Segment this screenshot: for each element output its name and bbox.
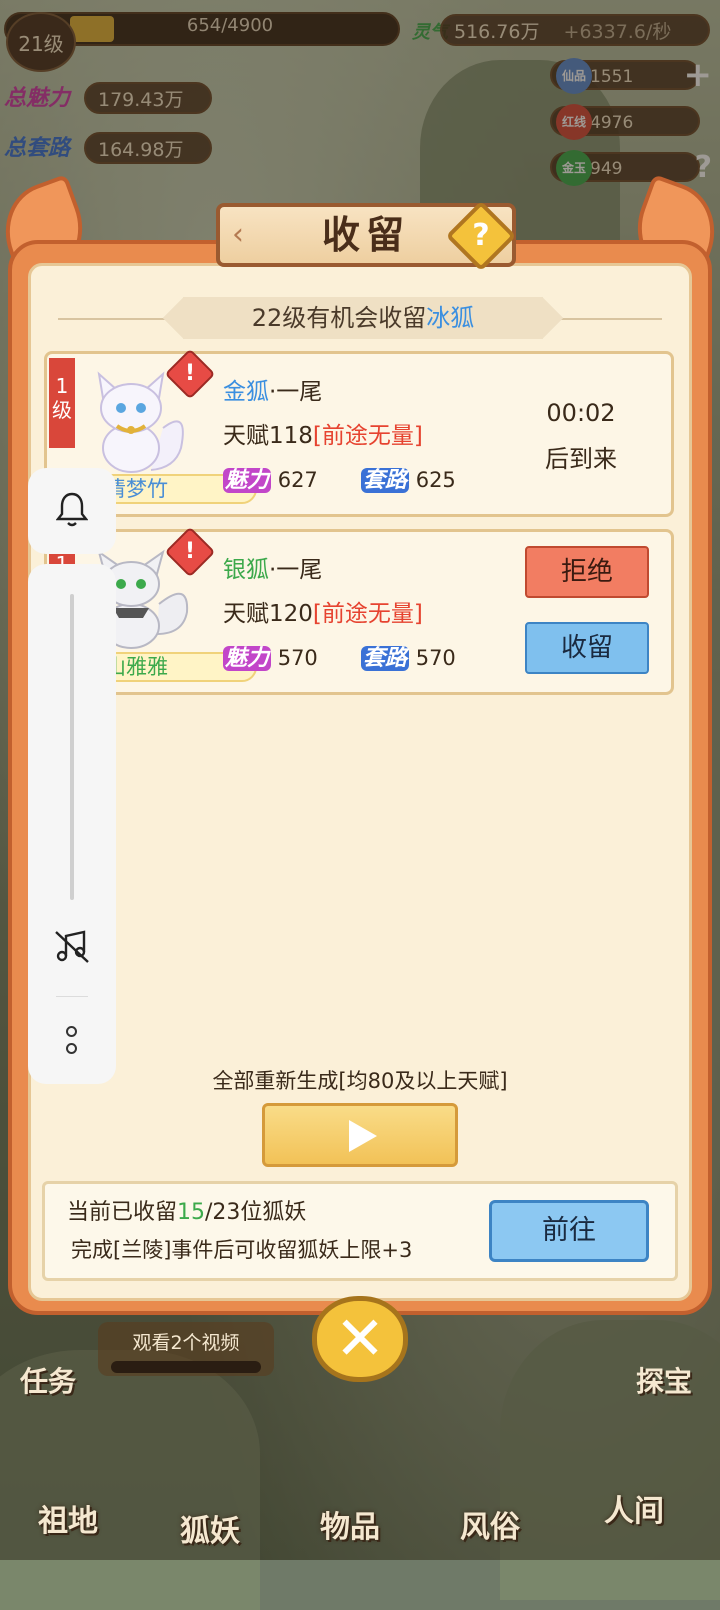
more-options-icon[interactable]: [66, 1026, 78, 1060]
subtitle-text: 22级有机会收留: [251, 304, 427, 332]
play-icon: [349, 1120, 377, 1152]
adopt-capacity-box: 当前已收留15/23位狐妖 完成[兰陵]事件后可收留狐妖上限+3 前往: [42, 1181, 678, 1281]
notification-panel: [28, 468, 116, 554]
trick-value: 570: [415, 646, 456, 670]
fox-tail: ·一尾: [269, 379, 323, 405]
white-fox-image: [97, 371, 184, 473]
talent-value: 天赋120: [223, 601, 313, 627]
close-modal-button[interactable]: ✕: [312, 1296, 408, 1382]
adopt-count: 当前已收留15/23位狐妖: [67, 1200, 307, 1225]
question-icon: ?: [472, 218, 490, 253]
nav-items[interactable]: 物品: [320, 1502, 380, 1546]
fox-charm: 魅力 570: [223, 640, 318, 672]
nav-customs[interactable]: 风俗: [460, 1502, 520, 1546]
bottom-nav: 祖地 狐妖 物品 风俗 人间: [0, 1410, 720, 1560]
nav-ancestral-land[interactable]: 祖地: [38, 1496, 98, 1540]
subtitle-divider-left: [58, 318, 168, 320]
close-icon: ✕: [334, 1304, 386, 1374]
adopt-button[interactable]: 收留: [525, 622, 649, 674]
fox-title: 金狐·一尾: [223, 372, 322, 406]
panel-divider: [56, 996, 88, 997]
trick-value: 625: [415, 468, 456, 492]
go-button[interactable]: 前往: [489, 1200, 649, 1262]
arrival-timer: 00:02 后到来: [545, 390, 617, 482]
task-button[interactable]: 任务: [20, 1360, 76, 1400]
treasure-button[interactable]: 探宝: [636, 1360, 692, 1400]
watch-videos-label: 观看2个视频: [132, 1332, 240, 1354]
video-progress-bar: [111, 1361, 261, 1373]
fox-card: 1级 ! 山雅雅 银狐·一尾 天赋120[前途无量] 魅力 570 套路 570: [44, 526, 674, 695]
music-off-icon[interactable]: [52, 926, 92, 966]
media-volume-panel: [28, 564, 116, 1084]
adopted-count: 15: [177, 1200, 206, 1225]
watch-video-regenerate-button[interactable]: [262, 1103, 458, 1167]
timer-suffix: 后到来: [545, 445, 617, 473]
fox-talent: 天赋120[前途无量]: [223, 594, 423, 628]
capacity-hint: 完成[兰陵]事件后可收留狐妖上限+3: [71, 1238, 413, 1262]
fox-card: 1级 ! 清梦竹 金狐·一尾 天赋118[前途无量] 魅力 627 套路 625…: [44, 348, 674, 517]
talent-value: 天赋118: [223, 423, 313, 449]
subtitle: 22级有机会收留冰狐: [183, 297, 543, 339]
watch-videos-pill[interactable]: 观看2个视频: [98, 1322, 274, 1376]
subtitle-divider-right: [552, 318, 662, 320]
reject-button[interactable]: 拒绝: [525, 546, 649, 598]
fox-talent: 天赋118[前途无量]: [223, 416, 423, 450]
bell-icon[interactable]: [56, 490, 88, 528]
fox-trick: 套路 625: [361, 462, 456, 494]
fox-trick: 套路 570: [361, 640, 456, 672]
timer-value: 00:02: [546, 399, 616, 427]
charm-icon: 魅力: [223, 646, 272, 671]
fox-charm: 魅力 627: [223, 462, 318, 494]
fox-species: 银狐: [223, 557, 269, 583]
nav-mortal-world[interactable]: 人间: [604, 1486, 664, 1530]
talent-tag: [前途无量]: [312, 601, 423, 627]
talent-tag: [前途无量]: [312, 423, 423, 449]
volume-slider[interactable]: [70, 594, 74, 900]
charm-value: 627: [277, 468, 318, 492]
charm-value: 570: [277, 646, 318, 670]
fox-species: 金狐: [223, 379, 269, 405]
fox-title: 银狐·一尾: [223, 550, 322, 584]
trick-icon: 套路: [361, 468, 410, 493]
subtitle-highlight: 冰狐: [426, 304, 475, 332]
trick-icon: 套路: [361, 646, 410, 671]
charm-icon: 魅力: [223, 468, 272, 493]
fox-portrait: [71, 368, 191, 478]
nav-fox-spirits[interactable]: 狐妖: [180, 1506, 240, 1550]
fox-tail: ·一尾: [269, 557, 323, 583]
